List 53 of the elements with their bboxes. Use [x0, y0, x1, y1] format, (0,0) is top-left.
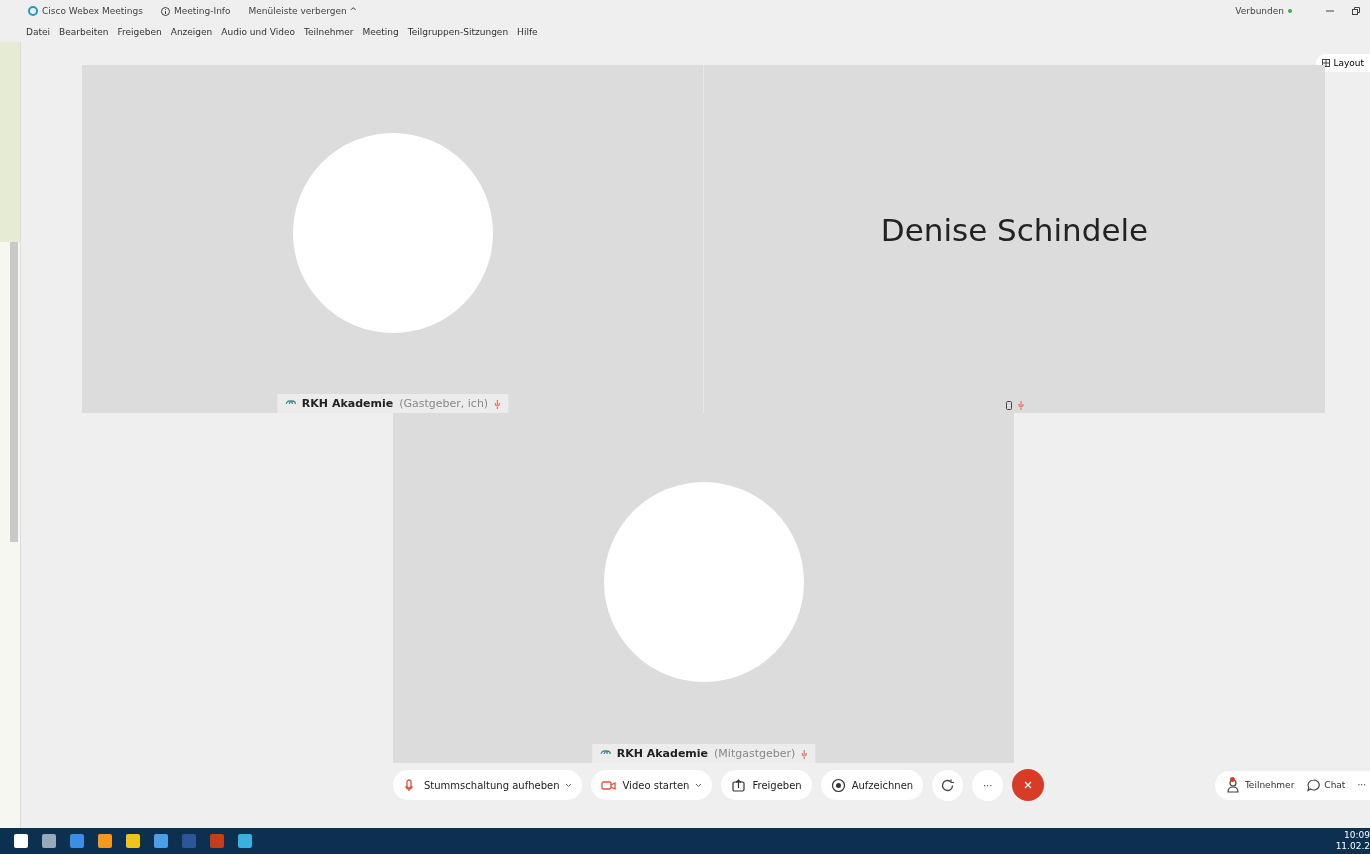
- share-icon: [731, 777, 747, 793]
- menu-item[interactable]: Hilfe: [517, 27, 538, 37]
- taskbar-app-icon[interactable]: [210, 834, 224, 848]
- meeting-info-button[interactable]: Meeting-Info: [173, 6, 231, 16]
- side-panel-button[interactable]: Chat: [1302, 774, 1350, 796]
- taskbar-app-icon[interactable]: [238, 834, 252, 848]
- taskbar-app-icon[interactable]: [42, 834, 56, 848]
- side-panel-button[interactable]: Teilnehmer: [1222, 774, 1299, 796]
- menu-item[interactable]: Meeting: [362, 27, 399, 37]
- close-icon: [1023, 780, 1034, 790]
- status-dot: [1288, 9, 1292, 13]
- phone-icon: [1005, 400, 1012, 410]
- menu-item[interactable]: Teilgruppen-Sitzungen: [407, 27, 509, 37]
- taskbar-app-icon[interactable]: [70, 834, 84, 848]
- clock-time: 10:09: [1343, 830, 1370, 841]
- record-icon: [830, 777, 846, 793]
- toolbar-button[interactable]: Stummschaltung aufheben: [393, 770, 583, 800]
- reaction-icon: [940, 777, 956, 793]
- menu-item[interactable]: Freigeben: [117, 27, 162, 37]
- participant-display-name: Denise Schindele: [880, 212, 1149, 248]
- info-icon: [160, 6, 170, 16]
- participant-name: RKH Akademie: [616, 747, 709, 760]
- toolbar-button[interactable]: Video starten: [591, 770, 713, 800]
- taskbar-app-icon[interactable]: [126, 834, 140, 848]
- participant-role: (Gastgeber, ich): [399, 397, 489, 410]
- menu-item[interactable]: Teilnehmer: [303, 27, 354, 37]
- webex-logo-icon: [28, 6, 38, 16]
- leave-meeting-button[interactable]: [1012, 769, 1045, 801]
- participant-name: RKH Akademie: [301, 397, 394, 410]
- chat-icon: [1306, 777, 1322, 793]
- menu-item[interactable]: Bearbeiten: [59, 27, 109, 37]
- restore-icon[interactable]: [1352, 7, 1360, 15]
- taskbar-app-icon[interactable]: [182, 834, 196, 848]
- app-title: Cisco Webex Meetings: [42, 6, 143, 16]
- participant-role: (Mitgastgeber): [714, 747, 796, 760]
- layout-button[interactable]: Layout: [1316, 54, 1370, 72]
- hide-menu-button[interactable]: Menüleiste verbergen ^: [248, 6, 358, 16]
- menu-item[interactable]: Anzeigen: [170, 27, 213, 37]
- connection-status: Verbunden: [1235, 6, 1284, 16]
- reactions-button[interactable]: [932, 769, 964, 801]
- menu-item[interactable]: Datei: [26, 27, 50, 37]
- clock-date: 11.02.2: [1335, 841, 1370, 852]
- menu-item[interactable]: Audio und Video: [221, 27, 295, 37]
- grid-icon: [1322, 59, 1331, 67]
- more-button[interactable]: ···: [1353, 774, 1370, 796]
- taskbar-app-icon[interactable]: [98, 834, 112, 848]
- participants-icon: [1226, 777, 1242, 793]
- taskbar-app-icon[interactable]: [154, 834, 168, 848]
- taskbar-app-icon[interactable]: [14, 834, 28, 848]
- more-button[interactable]: ···: [972, 769, 1004, 801]
- toolbar-button[interactable]: Aufzeichnen: [820, 770, 924, 800]
- toolbar-button[interactable]: Freigeben: [721, 770, 812, 800]
- minimize-icon[interactable]: [1326, 7, 1334, 15]
